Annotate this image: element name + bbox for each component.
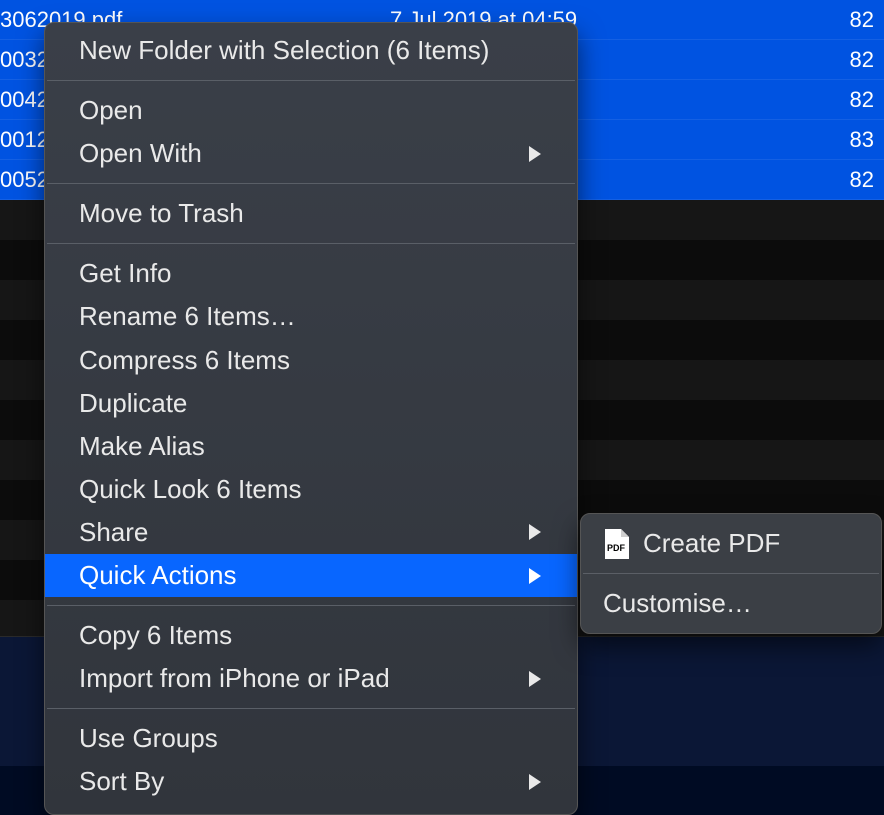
menu-separator [583, 573, 879, 574]
menu-use-groups[interactable]: Use Groups [45, 717, 577, 760]
svg-text:PDF: PDF [607, 543, 626, 553]
menu-copy[interactable]: Copy 6 Items [45, 614, 577, 657]
menu-label: Share [79, 515, 529, 550]
menu-label: Move to Trash [79, 196, 543, 231]
menu-label: Quick Look 6 Items [79, 472, 543, 507]
quick-actions-submenu: PDF Create PDF Customise… [580, 513, 882, 634]
file-size: 82 [804, 47, 874, 73]
menu-label: Sort By [79, 764, 529, 799]
menu-label: Open With [79, 136, 529, 171]
menu-share[interactable]: Share [45, 511, 577, 554]
pdf-icon: PDF [603, 529, 629, 559]
submenu-arrow-icon [529, 774, 541, 790]
submenu-arrow-icon [529, 568, 541, 584]
submenu-label: Customise… [603, 588, 752, 619]
menu-duplicate[interactable]: Duplicate [45, 382, 577, 425]
file-size: 82 [804, 167, 874, 193]
menu-separator [47, 183, 575, 184]
menu-quick-look[interactable]: Quick Look 6 Items [45, 468, 577, 511]
file-size: 82 [804, 87, 874, 113]
menu-move-to-trash[interactable]: Move to Trash [45, 192, 577, 235]
submenu-customise[interactable]: Customise… [581, 580, 881, 627]
submenu-label: Create PDF [643, 528, 780, 559]
menu-separator [47, 243, 575, 244]
submenu-create-pdf[interactable]: PDF Create PDF [581, 520, 881, 567]
menu-compress[interactable]: Compress 6 Items [45, 339, 577, 382]
context-menu: New Folder with Selection (6 Items) Open… [44, 22, 578, 815]
submenu-arrow-icon [529, 146, 541, 162]
file-size: 83 [804, 127, 874, 153]
menu-label: Get Info [79, 256, 543, 291]
menu-open[interactable]: Open [45, 89, 577, 132]
menu-label: Compress 6 Items [79, 343, 543, 378]
menu-import[interactable]: Import from iPhone or iPad [45, 657, 577, 700]
menu-new-folder[interactable]: New Folder with Selection (6 Items) [45, 29, 577, 72]
submenu-arrow-icon [529, 524, 541, 540]
menu-make-alias[interactable]: Make Alias [45, 425, 577, 468]
submenu-arrow-icon [529, 671, 541, 687]
menu-label: Copy 6 Items [79, 618, 543, 653]
menu-get-info[interactable]: Get Info [45, 252, 577, 295]
menu-label: Quick Actions [79, 558, 529, 593]
menu-label: Make Alias [79, 429, 543, 464]
menu-quick-actions[interactable]: Quick Actions [45, 554, 577, 597]
menu-label: Rename 6 Items… [79, 299, 543, 334]
menu-separator [47, 605, 575, 606]
menu-label: Duplicate [79, 386, 543, 421]
menu-separator [47, 708, 575, 709]
menu-sort-by[interactable]: Sort By [45, 760, 577, 803]
menu-rename[interactable]: Rename 6 Items… [45, 295, 577, 338]
menu-separator [47, 80, 575, 81]
menu-label: Import from iPhone or iPad [79, 661, 529, 696]
menu-label: Open [79, 93, 543, 128]
file-size: 82 [804, 7, 874, 33]
menu-label: Use Groups [79, 721, 543, 756]
menu-label: New Folder with Selection (6 Items) [79, 33, 543, 68]
menu-open-with[interactable]: Open With [45, 132, 577, 175]
